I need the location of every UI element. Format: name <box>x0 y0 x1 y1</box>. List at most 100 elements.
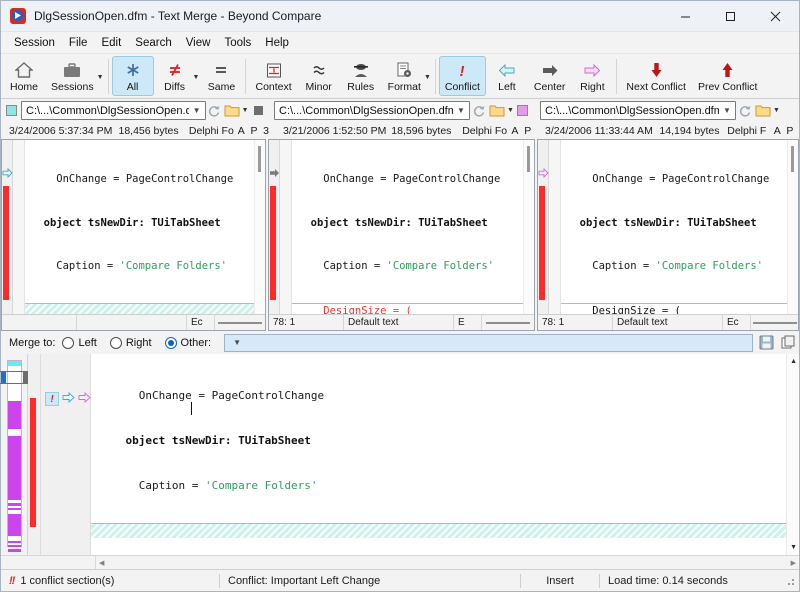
exclamation-icon[interactable]: ! <box>45 392 59 406</box>
center-browse-dropdown-icon[interactable]: ▼ <box>506 107 515 114</box>
right-code-view[interactable]: OnChange = PageControlChange object tsNe… <box>561 140 787 314</box>
merge-change-gutter[interactable] <box>28 354 41 555</box>
diffs-dropdown-arrow-icon[interactable]: ▼ <box>193 55 200 98</box>
scroll-left-arrow-icon[interactable]: ◀ <box>99 559 104 567</box>
merge-horizontal-scrollbar[interactable]: ◀ ▶ <box>96 559 799 567</box>
left-hscroll-thumb[interactable] <box>218 322 262 324</box>
arrow-right-outline-icon[interactable] <box>78 392 91 406</box>
toolbar-sessions-button[interactable]: Sessions <box>45 56 100 96</box>
toolbar-home-button[interactable]: Home <box>3 56 45 96</box>
format-dropdown-arrow-icon[interactable]: ▼ <box>424 55 431 98</box>
center-horizontal-scrollbar[interactable] <box>482 322 534 324</box>
arrow-right-pink-icon[interactable] <box>538 166 549 179</box>
left-browse-dropdown-icon[interactable]: ▼ <box>241 107 250 114</box>
center-path-combobox[interactable]: C:\...\Common\DlgSessionOpen.dfm ▼ <box>274 101 470 120</box>
scroll-down-arrow-icon[interactable]: ▼ <box>790 544 797 551</box>
left-change-gutter[interactable] <box>2 140 13 314</box>
toolbar-right-button[interactable]: Right <box>571 56 613 96</box>
center-scrollbar-thumb[interactable] <box>527 146 530 172</box>
toolbar-next-conflict-button[interactable]: Next Conflict <box>620 56 692 96</box>
toolbar-context-button[interactable]: Context <box>249 56 297 96</box>
chevron-down-icon[interactable]: ▼ <box>229 338 245 347</box>
merge-output-path-combobox[interactable]: ▼ <box>224 334 753 352</box>
resize-grip[interactable] <box>784 575 796 587</box>
toolbar-diffs-button[interactable]: Diffs <box>154 56 196 96</box>
merge-minimap[interactable] <box>1 354 28 555</box>
right-browse-folder-button[interactable] <box>754 101 772 120</box>
menu-view[interactable]: View <box>179 35 218 51</box>
menu-search[interactable]: Search <box>128 35 178 51</box>
merge-vertical-scrollbar[interactable]: ▲ ▼ <box>786 354 799 555</box>
center-hscroll-thumb[interactable] <box>486 322 530 324</box>
left-stop-button[interactable] <box>250 101 267 120</box>
right-hscroll-thumb[interactable] <box>753 322 797 324</box>
menu-edit[interactable]: Edit <box>94 35 128 51</box>
toolbar-rules-button[interactable]: Rules <box>340 56 382 96</box>
right-refresh-button[interactable] <box>736 101 754 120</box>
center-path-value: C:\...\Common\DlgSessionOpen.dfm <box>279 105 453 117</box>
left-browse-folder-button[interactable] <box>223 101 240 120</box>
center-vertical-scrollbar[interactable] <box>523 140 534 314</box>
right-browse-dropdown-icon[interactable]: ▼ <box>772 107 781 114</box>
sessions-dropdown-arrow-icon[interactable]: ▼ <box>97 55 104 98</box>
toolbar-center-button[interactable]: Center <box>528 56 572 96</box>
toolbar-all-button[interactable]: All <box>112 56 154 96</box>
menu-file[interactable]: File <box>62 35 95 51</box>
merge-to-other-label: Other: <box>181 337 212 349</box>
minimap-track[interactable] <box>7 360 22 547</box>
scroll-up-arrow-icon[interactable]: ▲ <box>790 358 797 365</box>
left-path-combobox[interactable]: C:\...\Common\DlgSessionOpen.dfm ▼ <box>21 101 206 120</box>
merge-copy-button[interactable] <box>777 333 799 353</box>
arrow-right-pink-icon <box>581 60 603 80</box>
left-scrollbar-thumb[interactable] <box>258 146 261 172</box>
center-refresh-button[interactable] <box>470 101 488 120</box>
right-path-combobox[interactable]: C:\...\Common\DlgSessionOpen.dfm ▼ <box>540 101 736 120</box>
merge-to-right-radio[interactable]: Right <box>110 337 152 349</box>
center-browse-folder-button[interactable] <box>488 101 506 120</box>
toolbar-conflict-button[interactable]: ! Conflict <box>439 56 486 96</box>
merge-save-button[interactable] <box>755 333 777 353</box>
center-change-gutter[interactable] <box>269 140 280 314</box>
left-code-view[interactable]: OnChange = PageControlChange object tsNe… <box>25 140 254 314</box>
scroll-right-arrow-icon[interactable]: ▶ <box>791 559 796 567</box>
minimize-button[interactable] <box>663 1 708 32</box>
chevron-down-icon[interactable]: ▼ <box>453 106 469 115</box>
right-change-gutter[interactable] <box>538 140 549 314</box>
menu-tools[interactable]: Tools <box>217 35 258 51</box>
close-button[interactable] <box>753 1 798 32</box>
code-line: OnChange = PageControlChange <box>292 172 523 187</box>
right-file-attr-a: A <box>774 125 787 137</box>
chevron-down-icon[interactable]: ▼ <box>719 106 735 115</box>
minimap-change-segment <box>8 514 21 536</box>
arrow-down-icon <box>645 60 667 80</box>
toolbar-format-button[interactable]: Format <box>382 56 427 96</box>
merge-to-left-radio[interactable]: Left <box>62 337 96 349</box>
merge-to-other-radio[interactable]: Other: <box>165 337 212 349</box>
arrow-right-filled-icon[interactable] <box>269 166 280 179</box>
merge-to-right-label: Right <box>126 337 152 349</box>
arrow-left-outline-icon[interactable] <box>62 392 75 406</box>
arrow-right-outline-icon[interactable] <box>2 166 13 179</box>
toolbar-left-button[interactable]: Left <box>486 56 528 96</box>
chevron-down-icon[interactable]: ▼ <box>189 106 205 115</box>
center-conflict-marker <box>270 186 276 300</box>
center-code-view[interactable]: OnChange = PageControlChange object tsNe… <box>292 140 523 314</box>
right-scrollbar-thumb[interactable] <box>791 146 794 172</box>
toolbar-next-conflict-label: Next Conflict <box>626 81 686 93</box>
left-path-group: C:\...\Common\DlgSessionOpen.dfm ▼ ▼ <box>1 99 269 122</box>
menu-session[interactable]: Session <box>7 35 62 51</box>
right-status-encoding: Default text <box>613 315 723 331</box>
menu-help[interactable]: Help <box>258 35 296 51</box>
minimap-handle-left[interactable] <box>1 372 6 383</box>
right-vertical-scrollbar[interactable] <box>787 140 798 314</box>
left-vertical-scrollbar[interactable] <box>254 140 265 314</box>
toolbar-minor-button[interactable]: Minor <box>298 56 340 96</box>
maximize-button[interactable] <box>708 1 753 32</box>
toolbar-same-button[interactable]: Same <box>200 56 242 96</box>
left-horizontal-scrollbar[interactable] <box>215 322 265 324</box>
merge-code-view[interactable]: OnChange = PageControlChange object tsNe… <box>91 354 786 555</box>
toolbar-prev-conflict-button[interactable]: Prev Conflict <box>692 56 764 96</box>
rules-icon <box>350 60 372 80</box>
left-refresh-button[interactable] <box>206 101 223 120</box>
right-horizontal-scrollbar[interactable] <box>751 322 798 324</box>
